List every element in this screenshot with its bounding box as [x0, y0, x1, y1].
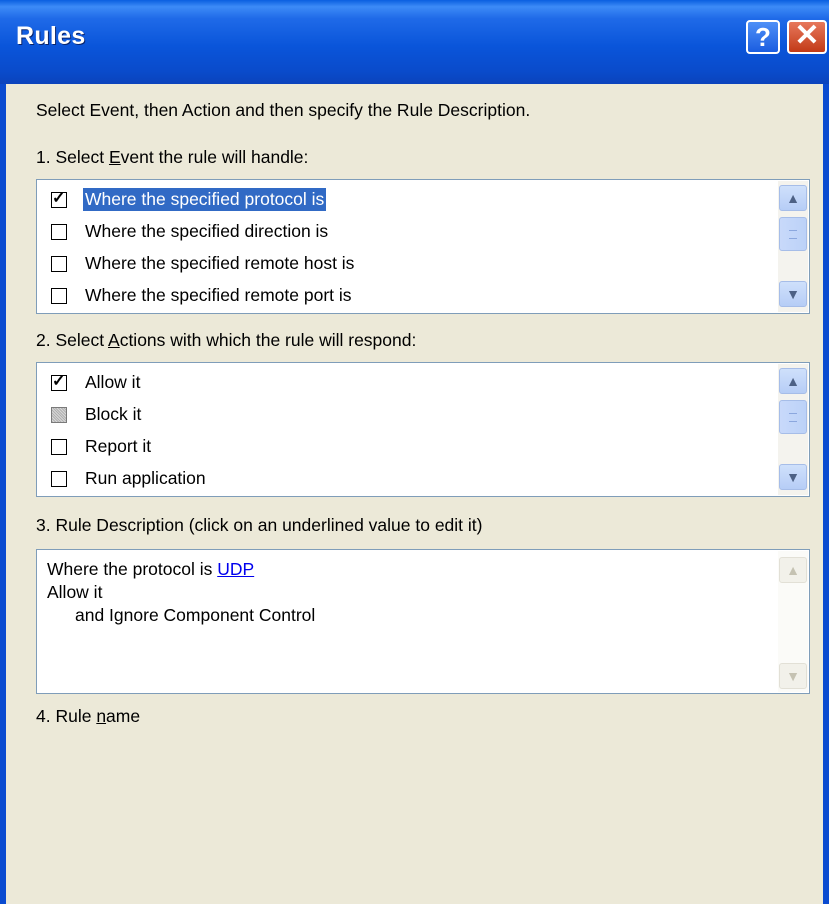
scroll-up-button[interactable]: ▲: [779, 368, 807, 394]
list-item-label: Where the specified remote host is: [85, 253, 355, 273]
events-scrollbar[interactable]: ▲ ▼: [778, 181, 808, 312]
checkbox-action-block[interactable]: [51, 407, 67, 423]
description-scrollbar: ▲ ▼: [778, 551, 808, 692]
close-icon: ✕: [794, 19, 820, 52]
help-icon: ?: [755, 22, 771, 52]
rule-name-heading-part: ame: [106, 706, 141, 726]
actions-heading-part: ctions with which the rule will respond:: [119, 330, 417, 350]
rule-description-text: Where the protocol is UDP Allow it and I…: [47, 558, 315, 627]
scroll-down-button: ▼: [779, 663, 807, 689]
checkbox-event-direction[interactable]: [51, 224, 67, 240]
scroll-up-button[interactable]: ▲: [779, 185, 807, 211]
checkbox-action-allow[interactable]: [51, 371, 67, 391]
checkbox-action-report[interactable]: [51, 439, 67, 455]
rule-name-heading: 4. Rule name: [36, 706, 140, 727]
protocol-value-link[interactable]: UDP: [217, 559, 254, 579]
window-frame-right: [823, 84, 829, 904]
list-item-label: Where the specified remote port is: [85, 285, 352, 305]
events-heading: 1. Select Event the rule will handle:: [36, 147, 308, 168]
actions-heading: 2. Select Actions with which the rule wi…: [36, 330, 416, 351]
actions-heading-part: 2. Select: [36, 330, 108, 350]
scroll-thumb[interactable]: [779, 400, 807, 434]
chevron-down-icon: ▼: [786, 668, 800, 684]
rule-name-heading-part: 4. Rule: [36, 706, 97, 726]
rules-dialog: Rules ? ✕ Select Event, then Action and …: [0, 0, 829, 904]
rule-description-box[interactable]: Where the protocol is UDP Allow it and I…: [36, 549, 810, 694]
list-item-label: Report it: [85, 436, 152, 456]
actions-scrollbar[interactable]: ▲ ▼: [778, 364, 808, 495]
events-list[interactable]: Where the specified protocol is Where th…: [36, 179, 810, 314]
chevron-down-icon: ▼: [786, 286, 800, 302]
dialog-title: Rules: [16, 22, 86, 50]
events-heading-part: 1. Select: [36, 147, 109, 167]
intro-text: Select Event, then Action and then speci…: [36, 100, 531, 120]
scroll-down-button[interactable]: ▼: [779, 281, 807, 307]
scroll-thumb[interactable]: [779, 217, 807, 251]
chevron-up-icon: ▲: [786, 190, 800, 206]
description-line-3: and Ignore Component Control: [75, 605, 316, 625]
events-heading-accel: E: [108, 147, 121, 167]
chevron-up-icon: ▲: [786, 373, 800, 389]
events-heading-part: vent the rule will handle:: [120, 147, 309, 167]
description-heading: 3. Rule Description (click on an underli…: [36, 515, 483, 535]
list-item-label: Block it: [85, 404, 142, 424]
checkbox-event-remote-port[interactable]: [51, 288, 67, 304]
chevron-up-icon: ▲: [786, 562, 800, 578]
list-item-label: Allow it: [85, 372, 141, 392]
list-item-label: Run application: [85, 468, 206, 488]
help-button[interactable]: ?: [746, 20, 780, 54]
description-line-2: Allow it: [47, 582, 103, 602]
checkbox-event-protocol[interactable]: [51, 188, 67, 208]
title-bar[interactable]: Rules ? ✕: [0, 0, 829, 84]
close-button[interactable]: ✕: [787, 20, 827, 54]
rule-name-heading-accel: n: [96, 706, 107, 726]
scroll-up-button: ▲: [779, 557, 807, 583]
description-line-1: Where the protocol is UDP: [47, 558, 315, 581]
window-frame-left: [0, 84, 6, 904]
list-item-label: Where the specified direction is: [85, 221, 329, 241]
scroll-down-button[interactable]: ▼: [779, 464, 807, 490]
description-text: Where the protocol is: [47, 559, 218, 579]
list-item-label: Where the specified protocol is: [81, 187, 328, 212]
checkbox-event-remote-host[interactable]: [51, 256, 67, 272]
chevron-down-icon: ▼: [786, 469, 800, 485]
checkbox-action-run-application[interactable]: [51, 471, 67, 487]
actions-list[interactable]: Allow it Block it Report it Run applicat…: [36, 362, 810, 497]
actions-heading-accel: A: [108, 330, 120, 350]
